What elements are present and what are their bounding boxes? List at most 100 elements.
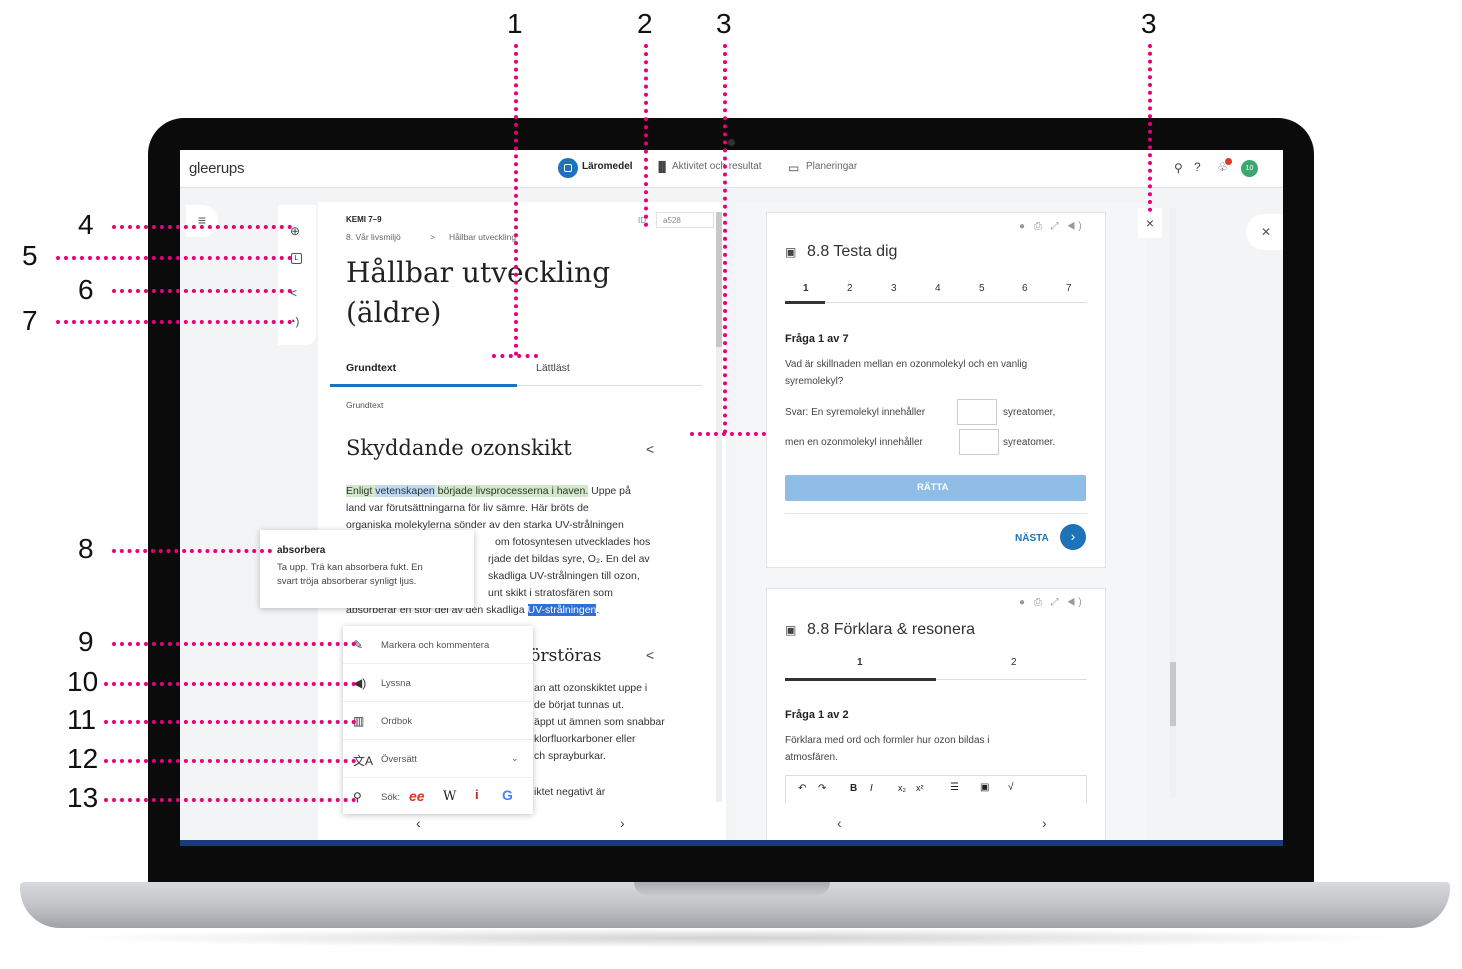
breadcrumb-separator: > xyxy=(430,232,435,242)
callout-8: 8 xyxy=(78,533,94,564)
paragraph-line5: rjade det bildas syre, O₂. En del av xyxy=(488,553,650,565)
quiz2-question-line2: atmosfären. xyxy=(785,752,838,763)
breadcrumb-page[interactable]: Hållbar utveckling xyxy=(449,232,516,242)
quiz2-tab-2[interactable]: 2 xyxy=(1011,657,1017,668)
leader-3a-h xyxy=(690,432,766,436)
quiz1-tab-7[interactable]: 7 xyxy=(1066,283,1072,294)
share-section2-icon[interactable]: < xyxy=(646,648,654,662)
chevron-down-icon[interactable]: ⌄ xyxy=(511,753,519,764)
menu-toggle-button[interactable]: ≡ xyxy=(186,205,218,237)
menu-item-mark[interactable]: ✎ Markera och kommentera xyxy=(343,626,533,664)
leader-9 xyxy=(112,642,356,646)
quiz1-tab-indicator xyxy=(785,301,825,304)
prev-exercise-icon[interactable]: ‹ xyxy=(837,816,842,830)
quiz1-question-line1: Vad är skillnaden mellan en ozonmolekyl … xyxy=(785,359,1028,370)
menu-listen-label: Lyssna xyxy=(381,678,411,689)
highlight-part-a[interactable]: Enligt xyxy=(346,485,376,497)
avatar[interactable]: 10 xyxy=(1241,160,1258,177)
menu-search-label: Sök: xyxy=(381,792,401,803)
quiz1-tab-6[interactable]: 6 xyxy=(1022,283,1028,294)
next-page-icon[interactable]: › xyxy=(620,816,625,830)
callout-3a: 3 xyxy=(716,8,732,39)
quiz1-tab-2[interactable]: 2 xyxy=(847,283,853,294)
search-icon[interactable]: ⚲ xyxy=(1174,162,1183,174)
answer2-input[interactable] xyxy=(959,429,999,455)
laptop-notch xyxy=(634,882,830,896)
paragraph-line4: om fotosyntesen utvecklades hos xyxy=(495,536,651,548)
exercise-panel: ● ⎙ ⤢ ◀) ▣ 8.8 Testa dig 1 2 3 4 5 6 7 F… xyxy=(736,202,1146,840)
laptop-shadow xyxy=(60,928,1410,948)
ne-search-icon[interactable]: ee xyxy=(409,788,425,804)
card1-tools-icons[interactable]: ● ⎙ ⤢ ◀) xyxy=(1019,221,1085,232)
quiz1-tab-4[interactable]: 4 xyxy=(935,283,941,294)
formula-icon[interactable]: √ xyxy=(1008,782,1014,793)
clipboard-icon: ▣ xyxy=(785,623,797,637)
course-label: KEMI 7–9 xyxy=(346,215,382,224)
app-screen: gleerups Läromedel ▐▌ Aktivitet och resu… xyxy=(180,150,1283,840)
help-icon[interactable]: ? xyxy=(1194,161,1201,173)
quiz1-tab-3[interactable]: 3 xyxy=(891,283,897,294)
editor-toolbar: ↶ ↷ B I x₂ x² ☰ ▣ √ xyxy=(785,775,1087,803)
menu-dictionary-label: Ordbok xyxy=(381,716,413,727)
check-button[interactable]: RÄTTA xyxy=(785,475,1086,501)
callout-7: 7 xyxy=(22,305,38,336)
menu-item-translate[interactable]: 文A Översätt ⌄ xyxy=(343,740,533,778)
breadcrumb-chapter[interactable]: 8. Vår livsmiljö xyxy=(346,232,401,242)
right-scroll-thumb[interactable] xyxy=(1170,662,1176,726)
reading-level-icon[interactable]: L xyxy=(291,253,302,264)
highlight-part-c[interactable]: började livsprocesserna i haven. xyxy=(434,485,589,497)
quiz2-title: 8.8 Förklara & resonera xyxy=(807,621,976,638)
menu-item-search: ⚲ Sök: ee W i G xyxy=(343,778,533,816)
ordbok-icon[interactable]: i xyxy=(475,787,479,802)
callout-6: 6 xyxy=(78,274,94,305)
id-box: a528 xyxy=(656,212,714,228)
google-icon[interactable]: G xyxy=(502,787,513,803)
list-icon[interactable]: ☰ xyxy=(950,782,959,793)
image-icon[interactable]: ▣ xyxy=(980,782,989,793)
wikipedia-icon[interactable]: W xyxy=(443,789,456,804)
share-section-icon[interactable]: < xyxy=(646,442,654,456)
answer1-input[interactable] xyxy=(957,399,997,425)
quiz1-tab-5[interactable]: 5 xyxy=(979,283,985,294)
answer2-pre: men en ozonmolekyl innehåller xyxy=(785,437,923,448)
menu-item-dictionary[interactable]: ▥ Ordbok xyxy=(343,702,533,740)
clipboard-icon: ▣ xyxy=(785,245,797,259)
leader-10 xyxy=(104,682,356,686)
close-panel-button[interactable]: × xyxy=(1138,208,1162,238)
nav-aktivitet[interactable]: Aktivitet och resultat xyxy=(672,161,761,172)
quiz1-tab-1[interactable]: 1 xyxy=(803,283,809,294)
highlight-part-b[interactable]: vetenskapen xyxy=(375,485,435,497)
next-label[interactable]: NÄSTA xyxy=(1015,533,1049,544)
p2-line4: klorfluorkarboner eller xyxy=(534,733,636,745)
next-exercise-icon[interactable]: › xyxy=(1042,816,1047,830)
top-bar: gleerups Läromedel ▐▌ Aktivitet och resu… xyxy=(180,150,1283,188)
selection-menu: ✎ Markera och kommentera ◀) Lyssna ▥ Ord… xyxy=(343,626,533,814)
tooltip-word: absorbera xyxy=(277,545,326,556)
redo-icon[interactable]: ↷ xyxy=(818,783,826,794)
italic-icon[interactable]: I xyxy=(870,783,873,794)
notification-badge xyxy=(1225,158,1232,165)
quiz1-question-label: Fråga 1 av 7 xyxy=(785,333,849,345)
collapse-panel-button[interactable]: ✕ xyxy=(1246,214,1283,250)
superscript-icon[interactable]: x² xyxy=(916,783,924,793)
gleerups-logo[interactable]: gleerups xyxy=(189,160,244,177)
tab-lattlast[interactable]: Lättläst xyxy=(536,362,570,374)
leader-8 xyxy=(112,549,272,553)
tab-grundtext[interactable]: Grundtext xyxy=(346,362,396,374)
nav-planeringar[interactable]: Planeringar xyxy=(806,161,857,172)
leader-4 xyxy=(112,225,292,229)
card2-tools-icons[interactable]: ● ⎙ ⤢ ◀) xyxy=(1019,597,1085,608)
check-button-label: RÄTTA xyxy=(917,482,949,493)
bold-icon[interactable]: B xyxy=(850,783,857,794)
left-scroll-thumb[interactable] xyxy=(716,212,722,347)
quiz2-tab-1[interactable]: 1 xyxy=(857,657,863,668)
prev-page-icon[interactable]: ‹ xyxy=(416,816,421,830)
callout-4: 4 xyxy=(78,209,94,240)
undo-icon[interactable]: ↶ xyxy=(798,783,806,794)
selected-word[interactable]: UV-strålningen xyxy=(527,604,597,616)
subscript-icon[interactable]: x₂ xyxy=(898,783,906,793)
menu-item-listen[interactable]: ◀) Lyssna xyxy=(343,664,533,702)
next-arrow-icon[interactable]: › xyxy=(1060,524,1086,550)
answer2-post: syreatomer. xyxy=(1003,437,1056,448)
nav-laromedel[interactable]: Läromedel xyxy=(582,161,633,172)
